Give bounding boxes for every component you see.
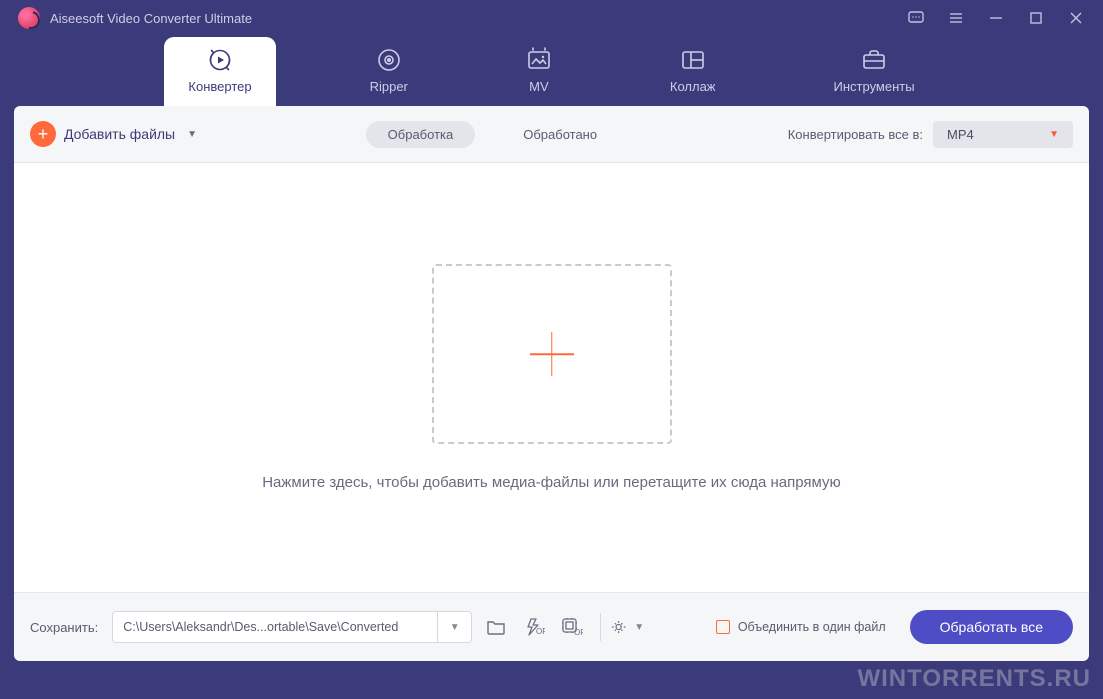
add-files-label: Добавить файлы (64, 126, 175, 142)
app-title: Aiseesoft Video Converter Ultimate (50, 11, 252, 26)
dropzone[interactable] (432, 264, 672, 444)
convert-all-to-label: Конвертировать все в: (788, 127, 923, 142)
tab-ripper[interactable]: Ripper (346, 37, 432, 106)
minimize-icon[interactable] (987, 9, 1005, 27)
hardware-accel-icon[interactable]: OFF (520, 613, 548, 641)
settings-icon[interactable] (600, 613, 628, 641)
watermark: WINTORRENTS.RU (857, 665, 1091, 693)
tab-mv-label: MV (529, 79, 549, 94)
merge-label: Объединить в один файл (738, 620, 886, 634)
chevron-down-icon[interactable]: ▼ (187, 129, 197, 140)
svg-text:OFF: OFF (536, 627, 545, 636)
dropzone-hint: Нажмите здесь, чтобы добавить медиа-файл… (262, 474, 841, 491)
path-dropdown-icon[interactable]: ▼ (437, 612, 471, 642)
workspace: + Добавить файлы ▼ Обработка Обработано … (14, 106, 1089, 661)
tab-toolbox-label: Инструменты (834, 79, 915, 94)
save-path-box: ▼ (112, 611, 472, 643)
save-to-label: Сохранить: (30, 620, 98, 635)
plus-icon: + (30, 121, 56, 147)
processed-tab[interactable]: Обработано (501, 121, 619, 148)
content-area: Нажмите здесь, чтобы добавить медиа-файл… (14, 162, 1089, 593)
close-icon[interactable] (1067, 9, 1085, 27)
tab-toolbox[interactable]: Инструменты (810, 37, 939, 106)
feedback-icon[interactable] (907, 9, 925, 27)
tab-ripper-label: Ripper (370, 79, 408, 94)
merge-checkbox[interactable]: Объединить в один файл (716, 620, 886, 634)
add-files-button[interactable]: + Добавить файлы ▼ (30, 121, 197, 147)
save-path-input[interactable] (113, 620, 437, 634)
convert-all-button[interactable]: Обработать все (910, 610, 1073, 644)
top-toolbar: + Добавить файлы ▼ Обработка Обработано … (14, 106, 1089, 162)
format-select[interactable]: MP4 ▼ (933, 121, 1073, 148)
browse-folder-icon[interactable] (482, 613, 510, 641)
svg-text:OFF: OFF (574, 628, 583, 637)
tab-collage-label: Коллаж (670, 79, 716, 94)
titlebar: Aiseesoft Video Converter Ultimate (0, 0, 1103, 36)
chevron-down-icon: ▼ (1049, 129, 1059, 140)
tab-converter[interactable]: Конвертер (164, 37, 275, 106)
format-value: MP4 (947, 127, 974, 142)
checkbox-icon (716, 620, 730, 634)
main-tabs: Конвертер Ripper MV Коллаж Инструменты (0, 36, 1103, 106)
maximize-icon[interactable] (1027, 9, 1045, 27)
settings-chevron-icon[interactable]: ▼ (634, 622, 644, 633)
tab-mv[interactable]: MV (502, 37, 576, 106)
add-large-icon (530, 332, 574, 376)
tab-collage[interactable]: Коллаж (646, 37, 740, 106)
high-speed-icon[interactable]: OFF (558, 613, 586, 641)
processing-tab[interactable]: Обработка (366, 121, 476, 148)
bottom-toolbar: Сохранить: ▼ OFF OFF ▼ Объединить в один… (14, 593, 1089, 661)
menu-icon[interactable] (947, 9, 965, 27)
tab-converter-label: Конвертер (188, 79, 251, 94)
app-logo-icon (18, 7, 40, 29)
